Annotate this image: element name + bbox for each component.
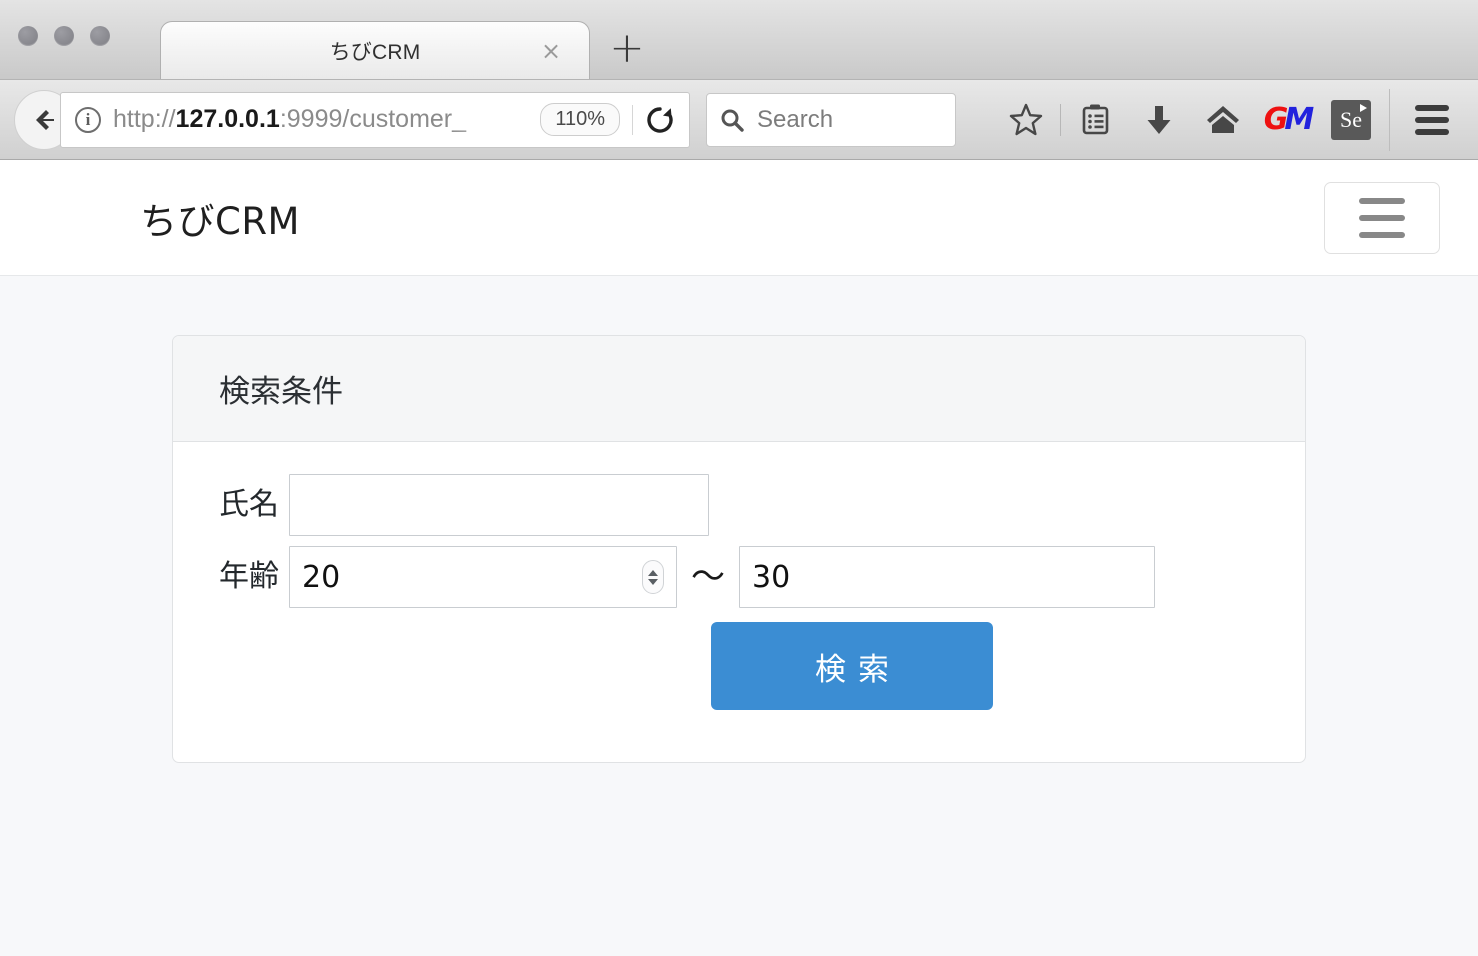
menu-bar-2 <box>1415 116 1449 123</box>
url-text: http://127.0.0.1:9999/customer_ <box>113 105 534 134</box>
site-navbar: ちびCRM <box>0 160 1478 276</box>
form-actions: 検索 <box>173 622 1305 710</box>
search-input-placeholder: Search <box>757 105 834 133</box>
new-tab-button[interactable]: + <box>590 21 664 79</box>
window-zoom-button[interactable] <box>90 26 110 46</box>
browser-tab-strip: ちびCRM × + <box>0 0 1478 80</box>
window-minimize-button[interactable] <box>54 26 74 46</box>
spinner-up-icon[interactable] <box>648 569 658 576</box>
browser-tab-title: ちびCRM <box>329 40 421 64</box>
reload-icon[interactable] <box>643 103 677 137</box>
menu-bar-3 <box>1415 128 1449 135</box>
age-from-input[interactable]: 20 <box>289 546 677 608</box>
navbar-toggle-button[interactable] <box>1324 181 1440 254</box>
toolbar-divider <box>1389 88 1390 151</box>
url-scheme: http:// <box>113 105 176 133</box>
spinner-down-icon[interactable] <box>648 578 658 585</box>
bookmark-star-icon[interactable] <box>994 92 1058 148</box>
age-to-value: 30 <box>752 559 791 595</box>
search-conditions-panel: 検索条件 氏名 年齢 20 〜 30 検索 <box>172 335 1306 763</box>
browser-search-box[interactable]: Search <box>706 92 956 147</box>
toggle-bar-1 <box>1359 197 1405 204</box>
chrome-menu-icon[interactable] <box>1400 92 1464 148</box>
address-bar[interactable]: i http://127.0.0.1:9999/customer_ 110% <box>60 91 690 148</box>
search-icon <box>721 109 744 132</box>
page-viewport: ちびCRM 検索条件 氏名 年齢 20 〜 30 検索 <box>0 160 1478 956</box>
toolbar-divider <box>632 104 633 135</box>
content-area: 検索条件 氏名 年齢 20 〜 30 検索 <box>0 276 1478 956</box>
home-icon[interactable] <box>1191 92 1255 148</box>
downloads-icon[interactable] <box>1127 92 1191 148</box>
window-close-button[interactable] <box>18 26 38 46</box>
search-button[interactable]: 検索 <box>711 622 993 710</box>
selenium-ide-badge: Se <box>1331 99 1371 140</box>
browser-tab[interactable]: ちびCRM × <box>160 21 590 79</box>
greasemonkey-g: G <box>1263 102 1289 137</box>
greasemonkey-m: M <box>1284 102 1314 137</box>
selenium-ide-icon[interactable]: Se <box>1319 92 1383 148</box>
name-input[interactable] <box>289 474 709 536</box>
panel-title: 検索条件 <box>219 374 343 410</box>
info-icon[interactable]: i <box>75 106 101 133</box>
greasemonkey-icon[interactable]: GM <box>1255 92 1319 148</box>
window-controls <box>18 26 110 46</box>
age-from-value: 20 <box>302 559 341 595</box>
name-label: 氏名 <box>219 487 279 522</box>
form-row-age: 年齢 20 〜 30 <box>173 546 1305 608</box>
reader-list-icon[interactable] <box>1063 92 1127 148</box>
form-row-name: 氏名 <box>173 474 1305 536</box>
panel-heading: 検索条件 <box>173 336 1305 442</box>
close-icon[interactable]: × <box>539 39 563 63</box>
panel-body: 氏名 年齢 20 〜 30 検索 <box>173 442 1305 710</box>
age-to-input[interactable]: 30 <box>739 546 1155 608</box>
age-label: 年齢 <box>219 559 279 594</box>
toggle-bar-3 <box>1359 231 1405 238</box>
url-host: 127.0.0.1 <box>175 105 280 133</box>
site-brand[interactable]: ちびCRM <box>140 191 300 245</box>
url-path: :9999/customer_ <box>279 105 467 133</box>
toggle-bar-2 <box>1359 214 1405 221</box>
browser-window: ちびCRM × + i http://127.0.0.1:9999/custom… <box>0 0 1478 956</box>
range-separator: 〜 <box>691 557 725 597</box>
browser-toolbar: i http://127.0.0.1:9999/customer_ 110% S… <box>0 80 1478 160</box>
menu-bar-1 <box>1415 104 1449 111</box>
zoom-level-badge[interactable]: 110% <box>540 103 620 136</box>
toolbar-icon-group: GM Se <box>968 88 1464 151</box>
number-spinner[interactable] <box>642 560 664 594</box>
toolbar-divider <box>1060 103 1061 136</box>
